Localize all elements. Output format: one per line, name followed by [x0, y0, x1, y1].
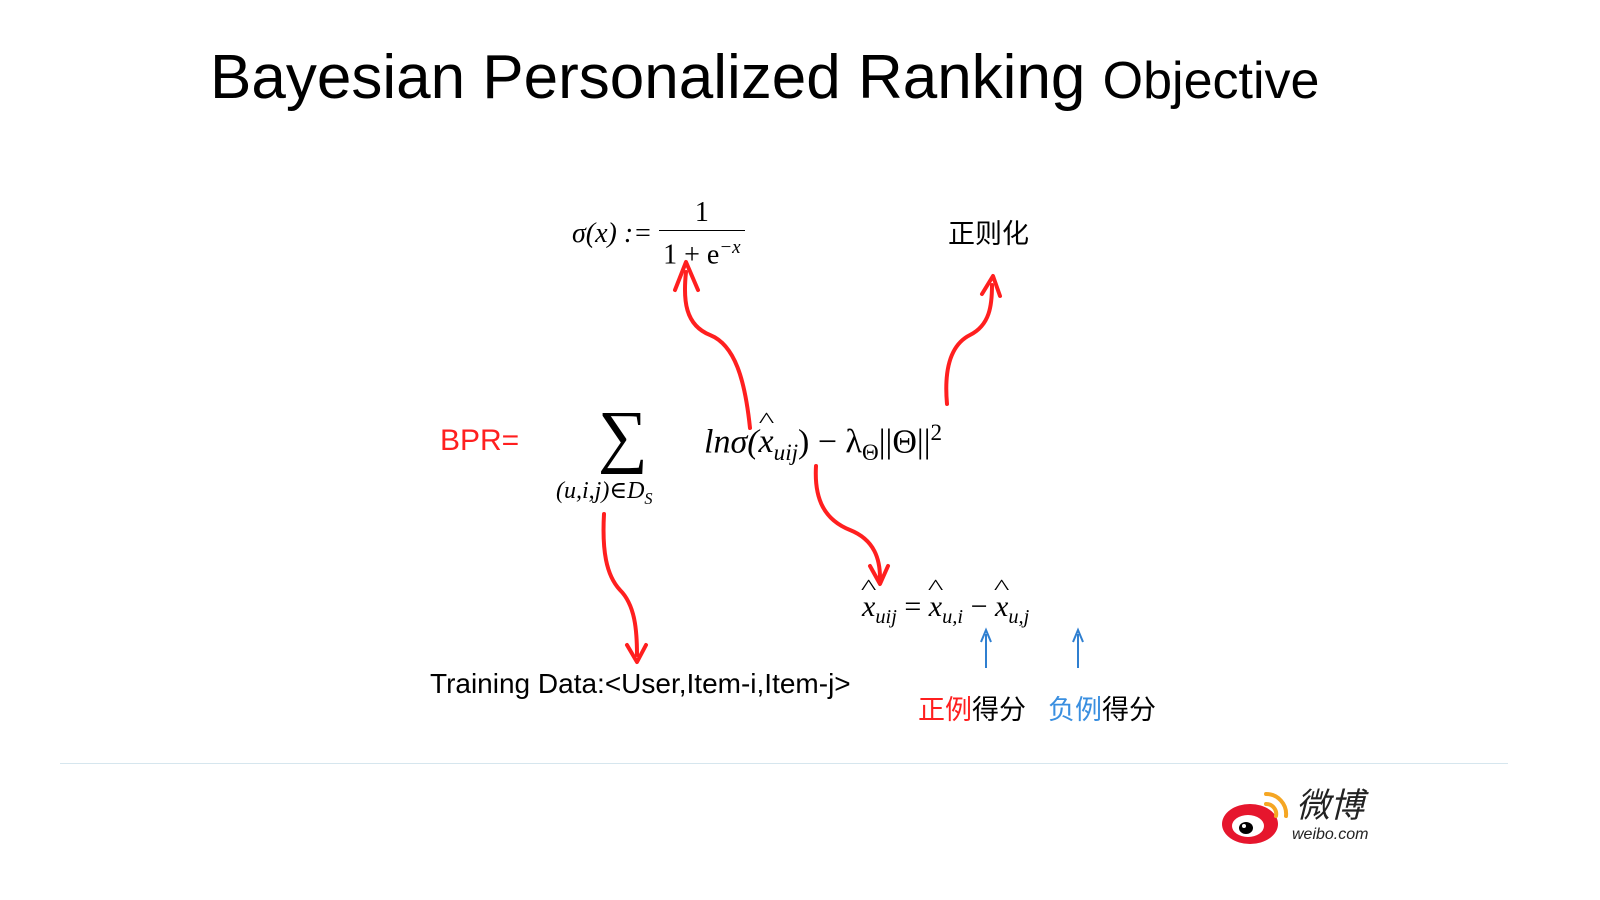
footer-divider [60, 763, 1508, 764]
arrow-to-training-data [601, 512, 639, 657]
weibo-logo-cn: 微博 [1296, 786, 1364, 826]
arrow-to-xuij [813, 464, 882, 580]
weibo-eye-icon [1222, 791, 1289, 844]
arrow-to-sigmoid [682, 270, 752, 430]
arrow-to-regularization [944, 283, 994, 406]
weibo-logo-url: weibo.com [1292, 826, 1369, 843]
weibo-logo: 微博 weibo.com [1220, 786, 1390, 848]
arrows-overlay [601, 260, 1084, 668]
